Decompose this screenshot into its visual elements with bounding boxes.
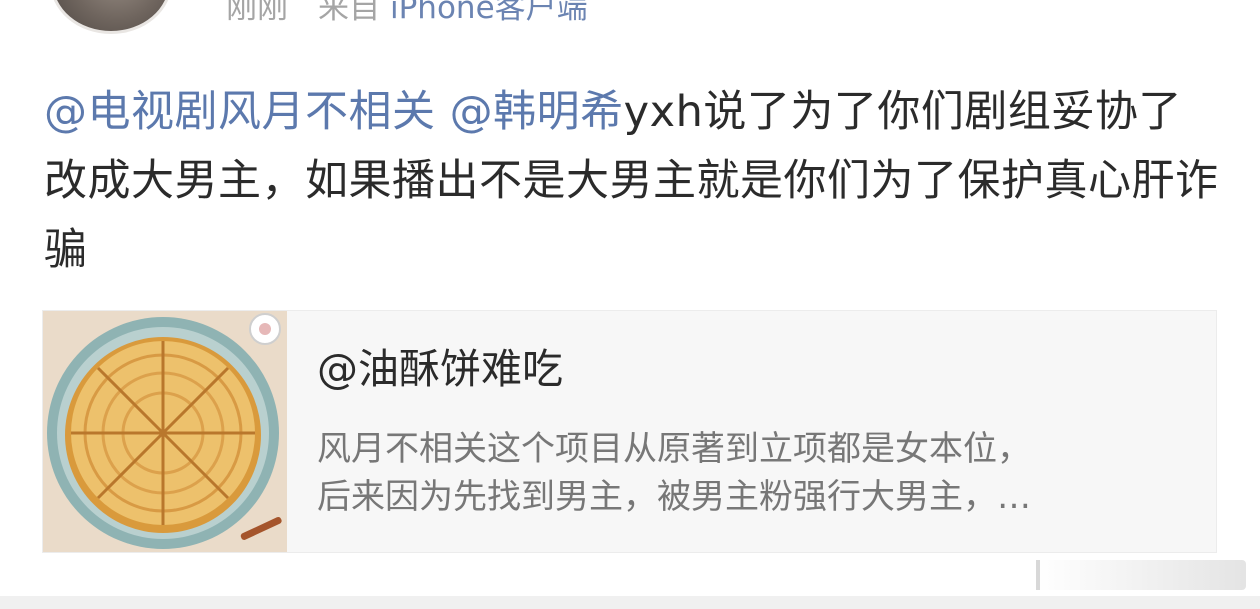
source-prefix: 来自 xyxy=(318,0,380,26)
scroll-hint xyxy=(1036,560,1246,590)
section-divider xyxy=(0,596,1260,609)
pie-illustration-icon xyxy=(43,311,287,552)
quoted-text: 风月不相关这个项目从原著到立项都是女本位， 后来因为先找到男主，被男主粉强行大男… xyxy=(317,425,1197,521)
quoted-username[interactable]: @油酥饼难吃 xyxy=(317,339,563,399)
scroll-tick xyxy=(1036,560,1040,590)
post-body: @电视剧风月不相关 @韩明希yxh说了为了你们剧组妥协了改成大男主，如果播出不是… xyxy=(44,78,1224,285)
quoted-text-line: 风月不相关这个项目从原著到立项都是女本位， xyxy=(317,429,1031,469)
pie-thumbnail[interactable] xyxy=(43,311,287,552)
mention-tv-drama[interactable]: @电视剧风月不相关 xyxy=(44,87,436,137)
mention-han-mingxi[interactable]: @韩明希 xyxy=(450,87,624,137)
quoted-text-line: 后来因为先找到男主，被男主粉强行大男主，… xyxy=(317,477,1031,517)
post-meta: 刚刚 来自 iPhone客户端 xyxy=(226,0,588,30)
avatar[interactable] xyxy=(50,0,172,34)
post-time: 刚刚 xyxy=(226,0,288,26)
source-client-link[interactable]: iPhone客户端 xyxy=(390,0,588,26)
quoted-post-card[interactable]: @油酥饼难吃 风月不相关这个项目从原著到立项都是女本位， 后来因为先找到男主，被… xyxy=(42,310,1217,553)
